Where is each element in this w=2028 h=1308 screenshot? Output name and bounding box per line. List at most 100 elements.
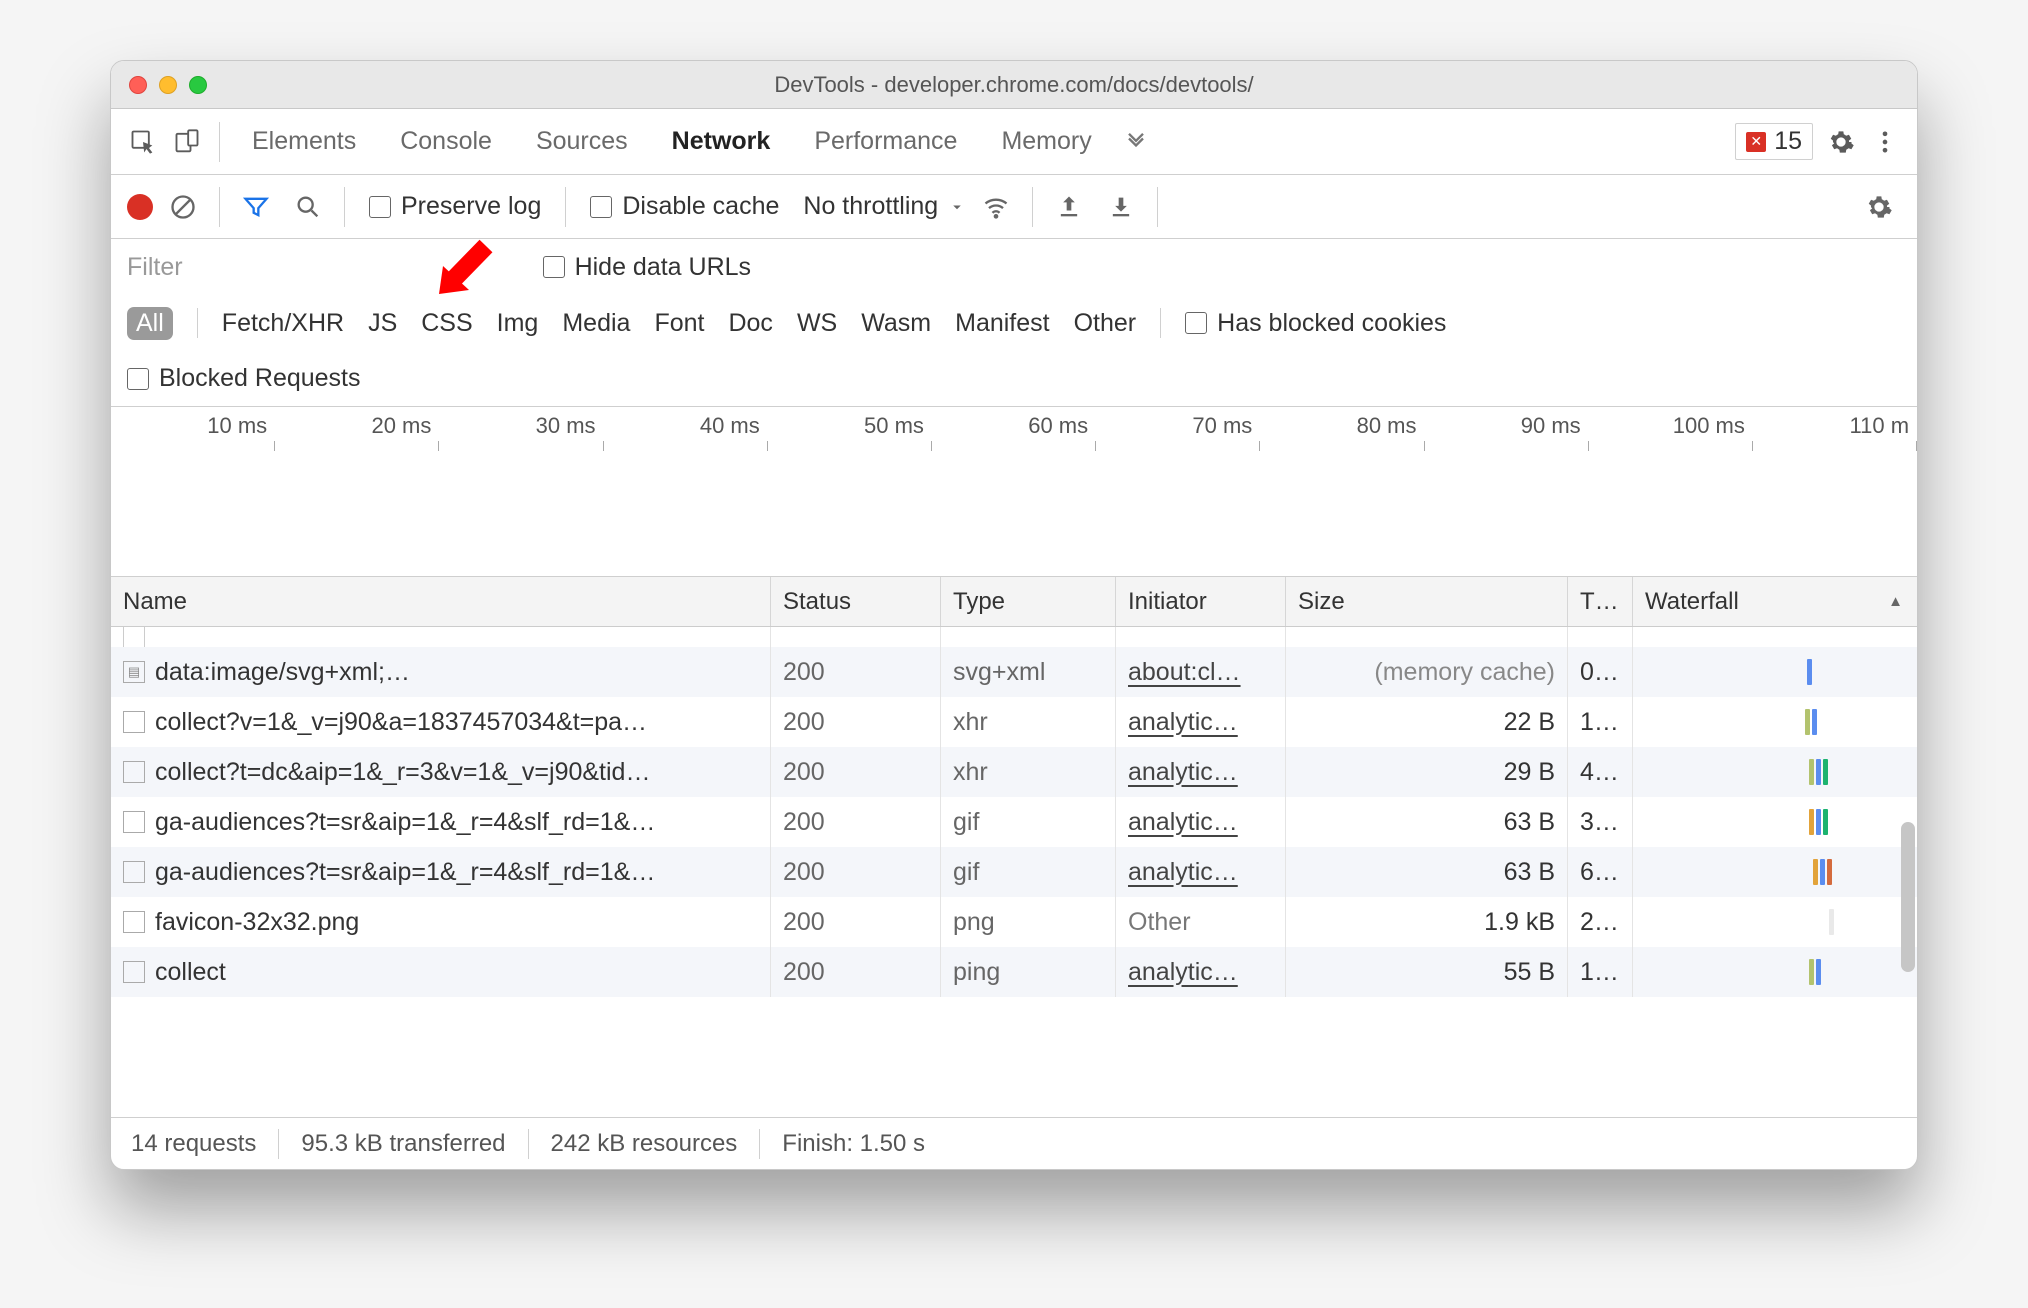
status-requests: 14 requests <box>131 1130 256 1158</box>
cell-time: 1… <box>1568 697 1633 747</box>
cell-waterfall <box>1633 647 1917 697</box>
cell-size: 55 B <box>1286 947 1568 997</box>
cell-status: 200 <box>771 897 941 947</box>
network-settings-icon[interactable] <box>1857 185 1901 229</box>
has-blocked-cookies-checkbox[interactable]: Has blocked cookies <box>1185 309 1446 338</box>
cell-size: 29 B <box>1286 747 1568 797</box>
cell-status: 200 <box>771 947 941 997</box>
filter-input[interactable]: Filter <box>127 253 183 282</box>
search-icon[interactable] <box>286 185 330 229</box>
cell-waterfall <box>1633 847 1917 897</box>
column-size[interactable]: Size <box>1286 577 1568 626</box>
table-row[interactable]: collect?t=dc&aip=1&_r=3&v=1&_v=j90&tid…2… <box>111 747 1917 797</box>
more-icon[interactable] <box>1863 120 1907 164</box>
maximize-window-button[interactable] <box>189 76 207 94</box>
cell-time: 4… <box>1568 747 1633 797</box>
request-name: collect?v=1&_v=j90&a=1837457034&t=pa… <box>155 708 647 737</box>
cell-time: 0… <box>1568 647 1633 697</box>
table-row[interactable]: ▤data:image/svg+xml;…200svg+xmlabout:cl…… <box>111 647 1917 697</box>
type-wasm[interactable]: Wasm <box>861 309 931 338</box>
window-controls <box>111 76 207 94</box>
timeline-overview[interactable]: 10 ms20 ms30 ms40 ms50 ms60 ms70 ms80 ms… <box>111 407 1917 577</box>
tab-sources[interactable]: Sources <box>514 109 650 174</box>
table-row[interactable]: collect?v=1&_v=j90&a=1837457034&t=pa… 200… <box>111 697 1917 747</box>
cell-status: 200 <box>771 847 941 897</box>
timeline-tick: 20 ms <box>275 413 439 439</box>
type-ws[interactable]: WS <box>797 309 837 338</box>
cell-initiator[interactable]: analytic… <box>1116 697 1286 747</box>
upload-har-icon[interactable] <box>1047 185 1091 229</box>
clear-icon[interactable] <box>161 185 205 229</box>
cell-name: ▤data:image/svg+xml;… <box>111 647 771 697</box>
network-conditions-icon[interactable] <box>974 185 1018 229</box>
tab-console[interactable]: Console <box>378 109 514 174</box>
column-status[interactable]: Status <box>771 577 941 626</box>
download-har-icon[interactable] <box>1099 185 1143 229</box>
checkbox-icon <box>127 368 149 390</box>
error-icon: ✕ <box>1746 132 1766 152</box>
cell-initiator[interactable]: analytic… <box>1116 797 1286 847</box>
blocked-requests-label: Blocked Requests <box>159 364 361 393</box>
filter-icon[interactable] <box>234 185 278 229</box>
more-tabs-icon[interactable] <box>1114 120 1158 164</box>
table-row[interactable]: collect200pinganalytic…55 B1… <box>111 947 1917 997</box>
timeline-tick: 110 m <box>1753 413 1917 439</box>
type-fetch-xhr[interactable]: Fetch/XHR <box>222 309 344 338</box>
type-media[interactable]: Media <box>562 309 630 338</box>
tab-performance[interactable]: Performance <box>792 109 979 174</box>
disable-cache-checkbox[interactable]: Disable cache <box>590 192 779 221</box>
type-manifest[interactable]: Manifest <box>955 309 1049 338</box>
column-type[interactable]: Type <box>941 577 1116 626</box>
status-finish: Finish: 1.50 s <box>782 1130 925 1158</box>
cell-initiator[interactable]: analytic… <box>1116 847 1286 897</box>
error-count-badge[interactable]: ✕ 15 <box>1735 123 1813 160</box>
cell-initiator[interactable]: analytic… <box>1116 947 1286 997</box>
column-time[interactable]: T… <box>1568 577 1633 626</box>
devtools-window: DevTools - developer.chrome.com/docs/dev… <box>110 60 1918 1170</box>
type-doc[interactable]: Doc <box>728 309 772 338</box>
preserve-log-checkbox[interactable]: Preserve log <box>369 192 541 221</box>
close-window-button[interactable] <box>129 76 147 94</box>
tab-network[interactable]: Network <box>650 109 793 174</box>
resource-type-filters: All Fetch/XHR JS CSS Img Media Font Doc … <box>111 295 1917 351</box>
cell-initiator[interactable]: analytic… <box>1116 747 1286 797</box>
table-row[interactable]: favicon-32x32.png200pngOther1.9 kB2… <box>111 897 1917 947</box>
column-initiator[interactable]: Initiator <box>1116 577 1286 626</box>
column-waterfall[interactable]: Waterfall <box>1633 577 1917 626</box>
column-name[interactable]: Name <box>111 577 771 626</box>
type-img[interactable]: Img <box>497 309 539 338</box>
timeline-tick: 70 ms <box>1096 413 1260 439</box>
type-css[interactable]: CSS <box>421 309 472 338</box>
tab-memory[interactable]: Memory <box>979 109 1113 174</box>
type-js[interactable]: JS <box>368 309 397 338</box>
cell-initiator[interactable]: about:cl… <box>1116 647 1286 697</box>
cell-type: svg+xml <box>941 647 1116 697</box>
table-row[interactable]: ga-audiences?t=sr&aip=1&_r=4&slf_rd=1&…2… <box>111 797 1917 847</box>
cell-size: 63 B <box>1286 797 1568 847</box>
table-row[interactable] <box>111 627 1917 647</box>
cell-size <box>1286 627 1568 647</box>
cell-waterfall <box>1633 797 1917 847</box>
type-other[interactable]: Other <box>1074 309 1137 338</box>
requests-table-body: ▤data:image/svg+xml;…200svg+xmlabout:cl…… <box>111 627 1917 1117</box>
device-toolbar-icon[interactable] <box>165 120 209 164</box>
cell-status <box>771 627 941 647</box>
timeline-tick: 100 ms <box>1589 413 1753 439</box>
cell-status: 200 <box>771 697 941 747</box>
type-font[interactable]: Font <box>654 309 704 338</box>
settings-icon[interactable] <box>1819 120 1863 164</box>
inspect-element-icon[interactable] <box>121 120 165 164</box>
record-button[interactable] <box>127 194 153 220</box>
cell-initiator[interactable] <box>1116 627 1286 647</box>
cell-waterfall <box>1633 897 1917 947</box>
cell-waterfall <box>1633 697 1917 747</box>
blocked-requests-checkbox[interactable]: Blocked Requests <box>127 364 361 393</box>
minimize-window-button[interactable] <box>159 76 177 94</box>
type-all[interactable]: All <box>127 307 173 340</box>
tab-elements[interactable]: Elements <box>230 109 378 174</box>
throttling-select[interactable]: No throttling <box>803 192 966 221</box>
request-name: ga-audiences?t=sr&aip=1&_r=4&slf_rd=1&… <box>155 808 655 837</box>
hide-data-urls-checkbox[interactable]: Hide data URLs <box>543 253 751 282</box>
table-row[interactable]: ga-audiences?t=sr&aip=1&_r=4&slf_rd=1&…2… <box>111 847 1917 897</box>
window-title: DevTools - developer.chrome.com/docs/dev… <box>111 72 1917 98</box>
